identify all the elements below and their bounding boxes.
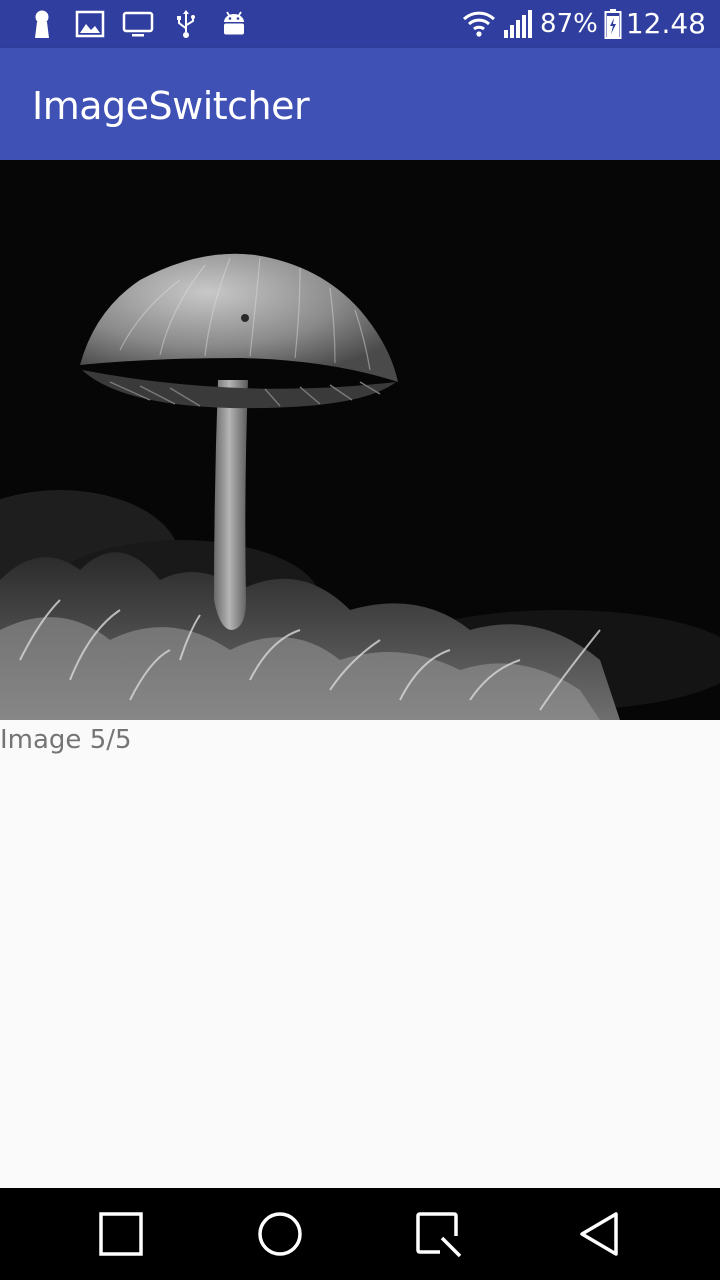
battery-percentage: 87% <box>540 9 598 39</box>
back-button[interactable] <box>570 1206 626 1262</box>
screenshot-button[interactable] <box>410 1206 466 1262</box>
keyhole-icon <box>26 8 58 40</box>
status-bar: 87% 12.48 <box>0 0 720 48</box>
image-switcher[interactable] <box>0 160 720 720</box>
home-button[interactable] <box>252 1206 308 1262</box>
system-status: 87% 12.48 <box>462 8 706 40</box>
wifi-icon <box>462 8 496 40</box>
cell-signal-icon <box>502 8 534 40</box>
android-icon <box>218 8 250 40</box>
gallery-icon <box>74 8 106 40</box>
navigation-bar <box>0 1188 720 1280</box>
usb-icon <box>170 8 202 40</box>
circle-icon <box>258 1212 302 1256</box>
mushroom-photo <box>0 160 720 720</box>
app-title: ImageSwitcher <box>32 84 310 128</box>
notification-icons <box>26 8 266 40</box>
battery-charging-icon <box>604 8 622 40</box>
back-triangle-icon <box>580 1212 618 1256</box>
recents-button[interactable] <box>92 1206 148 1262</box>
square-icon <box>99 1212 143 1256</box>
screenshot-icon <box>416 1212 462 1258</box>
monitor-icon <box>122 8 154 40</box>
app-bar: ImageSwitcher <box>0 48 720 160</box>
status-clock: 12.48 <box>625 7 706 40</box>
image-caption: Image 5/5 <box>0 725 132 755</box>
